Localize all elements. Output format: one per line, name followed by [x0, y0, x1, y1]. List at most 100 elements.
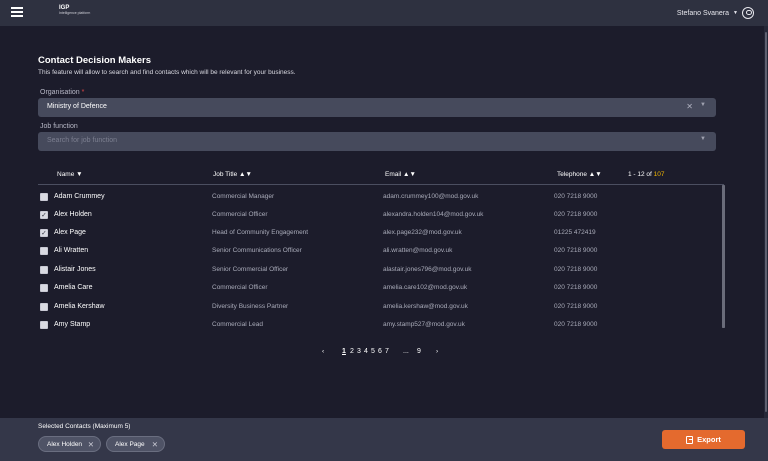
- table-row[interactable]: ✓ Alex Page Head of Community Engagement…: [38, 224, 722, 242]
- selected-chip: Alex Page ✕: [106, 436, 165, 452]
- row-checkbox[interactable]: [40, 302, 48, 311]
- contact-name: Ali Wratten: [54, 247, 89, 254]
- row-checkbox[interactable]: [40, 320, 48, 329]
- user-name: Stefano Svanera: [676, 9, 730, 17]
- page-scrollbar[interactable]: [764, 26, 768, 418]
- chip-label: Alex Holden: [47, 440, 83, 448]
- header-divider: [38, 184, 724, 185]
- user-circle-icon[interactable]: [742, 7, 754, 19]
- table-row[interactable]: Amy Stamp Commercial Lead amy.stamp527@m…: [38, 316, 722, 334]
- contact-telephone: 020 7218 9000: [554, 284, 598, 291]
- contact-telephone: 020 7218 9000: [554, 211, 598, 218]
- contact-name: Amy Stamp: [54, 321, 91, 328]
- job-function-label: Job function: [40, 123, 78, 130]
- column-header-telephone[interactable]: Telephone ▲▼: [557, 171, 602, 178]
- contact-email: alexandra.holden104@mod.gov.uk: [383, 211, 484, 218]
- caret-down-icon: ▼: [733, 10, 738, 16]
- contact-job-title: Commercial Officer: [212, 284, 268, 291]
- contact-telephone: 020 7218 9000: [554, 303, 598, 310]
- table-scrollbar[interactable]: [722, 185, 725, 328]
- contact-telephone: 020 7218 9000: [554, 321, 598, 328]
- export-icon: [686, 435, 694, 444]
- table-row[interactable]: ✓ Alex Holden Commercial Officer alexand…: [38, 206, 722, 224]
- close-icon[interactable]: ✕: [88, 440, 94, 449]
- selected-chip: Alex Holden ✕: [38, 436, 101, 452]
- pagination-ellipsis: ...: [403, 348, 409, 355]
- row-checkbox[interactable]: [40, 192, 48, 201]
- column-header-job-title[interactable]: Job Title ▲▼: [213, 171, 252, 178]
- contact-job-title: Senior Communications Officer: [212, 247, 302, 254]
- organisation-label-text: Organisation: [40, 89, 80, 96]
- user-menu[interactable]: Stefano Svanera ▼: [677, 6, 754, 20]
- row-checkbox[interactable]: [40, 246, 48, 255]
- page-5[interactable]: 5: [371, 348, 375, 355]
- export-button[interactable]: Export: [662, 430, 745, 449]
- pagination-prev[interactable]: ‹: [322, 348, 324, 355]
- page-9[interactable]: 9: [417, 348, 421, 355]
- table-row[interactable]: Amelia Care Commercial Officer amelia.ca…: [38, 279, 722, 297]
- clear-icon[interactable]: ✕: [686, 102, 693, 111]
- page-description: This feature will allow to search and fi…: [38, 69, 296, 76]
- contact-job-title: Commercial Lead: [212, 321, 263, 328]
- page-7[interactable]: 7: [385, 348, 389, 355]
- table-row[interactable]: Ali Wratten Senior Communications Office…: [38, 242, 722, 260]
- row-checkbox[interactable]: [40, 283, 48, 292]
- row-checkbox[interactable]: [40, 265, 48, 274]
- export-label: Export: [697, 435, 721, 444]
- selected-contacts-label: Selected Contacts (Maximum 5): [38, 423, 131, 430]
- top-bar: IGP Intelligence platform Stefano Svaner…: [0, 0, 768, 26]
- table-row[interactable]: Adam Crummey Commercial Manager adam.cru…: [38, 188, 722, 206]
- organisation-label: Organisation *: [40, 89, 84, 96]
- page-scrollbar-thumb[interactable]: [765, 32, 767, 412]
- results-total: 107: [653, 171, 665, 178]
- results-range-text: 1 - 12 of: [628, 171, 652, 178]
- contact-telephone: 020 7218 9000: [554, 247, 598, 254]
- page-1[interactable]: 1: [342, 348, 346, 355]
- required-mark: *: [81, 89, 85, 96]
- job-function-select[interactable]: Search for job function ▼: [38, 132, 716, 151]
- job-function-placeholder: Search for job function: [47, 137, 118, 144]
- chip-label: Alex Page: [115, 440, 145, 448]
- page-2[interactable]: 2: [350, 348, 354, 355]
- contact-name: Alistair Jones: [54, 266, 96, 273]
- contact-email: alastair.jones796@mod.gov.uk: [383, 266, 472, 273]
- table-row[interactable]: Alistair Jones Senior Commercial Officer…: [38, 261, 722, 279]
- logo[interactable]: IGP Intelligence platform: [59, 5, 99, 22]
- contact-job-title: Diversity Business Partner: [212, 303, 289, 310]
- page-6[interactable]: 6: [378, 348, 382, 355]
- contact-name: Amelia Care: [54, 284, 93, 291]
- contact-email: amelia.kershaw@mod.gov.uk: [383, 303, 468, 310]
- column-header-email[interactable]: Email ▲▼: [385, 171, 416, 178]
- contact-telephone: 020 7218 9000: [554, 266, 598, 273]
- contact-email: ali.wratten@mod.gov.uk: [383, 247, 453, 254]
- row-checkbox[interactable]: ✓: [40, 228, 48, 237]
- table-row[interactable]: Amelia Kershaw Diversity Business Partne…: [38, 298, 722, 316]
- page-title: Contact Decision Makers: [38, 55, 151, 66]
- contact-job-title: Commercial Manager: [212, 193, 275, 200]
- column-header-name[interactable]: Name ▼: [57, 171, 83, 178]
- pagination-next[interactable]: ›: [436, 348, 438, 355]
- hamburger-menu-icon[interactable]: [11, 7, 23, 17]
- page-3[interactable]: 3: [357, 348, 361, 355]
- contact-name: Alex Page: [54, 229, 86, 236]
- contact-telephone: 01225 472419: [554, 229, 596, 236]
- contact-job-title: Head of Community Engagement: [212, 229, 309, 236]
- organisation-select[interactable]: Ministry of Defence ✕ ▼: [38, 98, 716, 117]
- results-range: 1 - 12 of 107: [628, 171, 665, 178]
- row-checkbox[interactable]: ✓: [40, 210, 48, 219]
- contact-email: amelia.care102@mod.gov.uk: [383, 284, 468, 291]
- table-scrollbar-thumb[interactable]: [722, 185, 725, 328]
- contact-telephone: 020 7218 9000: [554, 193, 598, 200]
- chevron-down-icon[interactable]: ▼: [700, 102, 706, 108]
- chevron-down-icon[interactable]: ▼: [700, 136, 706, 142]
- contact-job-title: Commercial Officer: [212, 211, 268, 218]
- contact-email: amy.stamp527@mod.gov.uk: [383, 321, 465, 328]
- logo-text: Intelligence platform: [59, 11, 91, 15]
- contact-name: Adam Crummey: [54, 193, 105, 200]
- contact-email: alex.page232@mod.gov.uk: [383, 229, 462, 236]
- page-4[interactable]: 4: [364, 348, 368, 355]
- contact-name: Alex Holden: [54, 211, 92, 218]
- contact-job-title: Senior Commercial Officer: [212, 266, 289, 273]
- contact-email: adam.crummey100@mod.gov.uk: [383, 193, 479, 200]
- close-icon[interactable]: ✕: [152, 440, 158, 449]
